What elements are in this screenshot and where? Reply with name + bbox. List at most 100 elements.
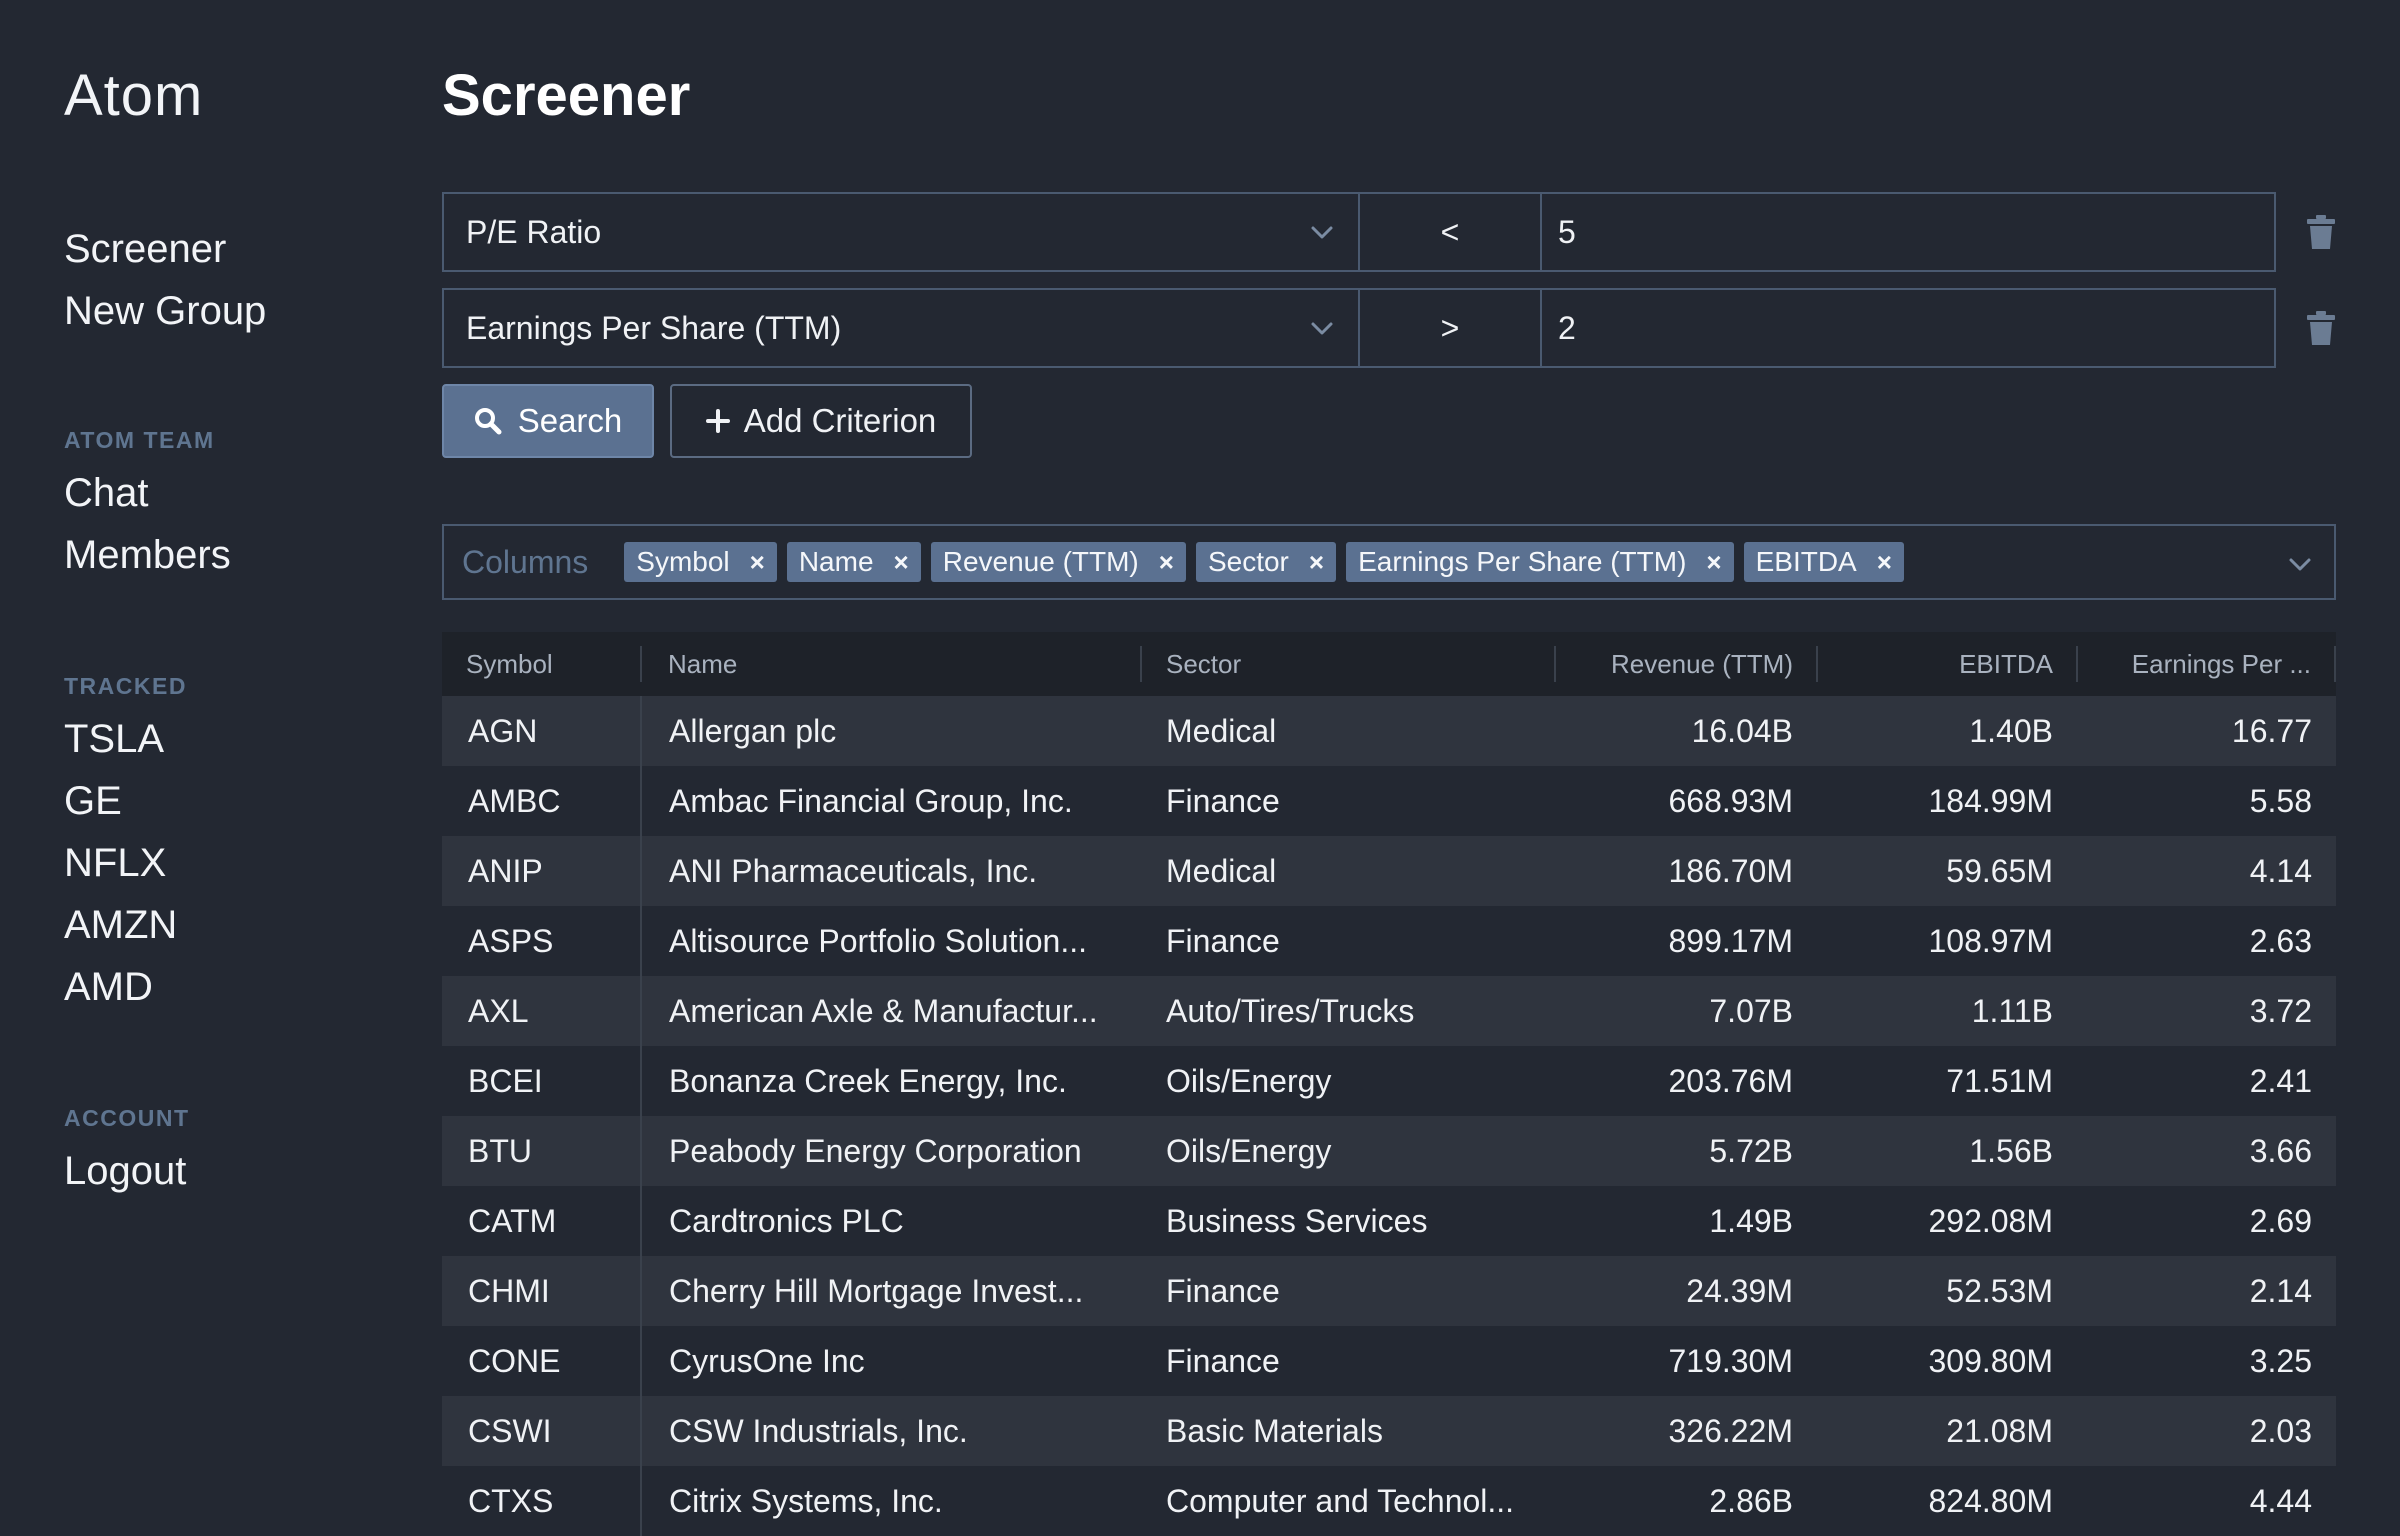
sidebar-item-tsla[interactable]: TSLA: [64, 708, 187, 770]
team-heading: ATOM TEAM: [64, 427, 215, 453]
remove-tag-icon[interactable]: ×: [894, 547, 909, 578]
app-logo[interactable]: Atom: [64, 62, 203, 129]
table-row[interactable]: AGN Allergan plc Medical 16.04B 1.40B 16.77: [442, 696, 2336, 766]
criterion-field-value: P/E Ratio: [466, 213, 602, 250]
remove-tag-icon[interactable]: ×: [1309, 547, 1324, 578]
column-header-sector[interactable]: Sector: [1142, 632, 1556, 696]
column-header-name[interactable]: Name: [642, 632, 1142, 696]
tracked-heading: TRACKED: [64, 673, 187, 699]
sidebar-item-ge[interactable]: GE: [64, 770, 187, 832]
search-button[interactable]: Search: [442, 384, 654, 458]
table-row[interactable]: CHMI Cherry Hill Mortgage Invest... Financ…: [442, 1256, 2336, 1326]
cell-revenue: 16.04B: [1691, 712, 1793, 749]
sidebar-item-screener[interactable]: Screener: [64, 218, 266, 280]
cell-name: CSW Industrials, Inc.: [669, 1412, 968, 1449]
criterion-value-input[interactable]: 2: [1540, 288, 2276, 368]
table-row[interactable]: CTXS Citrix Systems, Inc. Computer and Tec…: [442, 1466, 2336, 1536]
remove-tag-icon[interactable]: ×: [750, 547, 765, 578]
cell-ebitda: 1.56B: [1969, 1132, 2053, 1169]
chevron-down-icon: [1311, 322, 1333, 335]
cell-ebitda: 1.40B: [1969, 712, 2053, 749]
cell-name: Citrix Systems, Inc.: [669, 1482, 943, 1519]
cell-eps: 4.14: [2249, 852, 2312, 889]
table-row[interactable]: ASPS Altisource Portfolio Solution... Fina…: [442, 906, 2336, 976]
remove-tag-icon[interactable]: ×: [1159, 547, 1174, 578]
cell-name: Bonanza Creek Energy, Inc.: [669, 1062, 1067, 1099]
column-header-revenue[interactable]: Revenue (TTM): [1556, 632, 1818, 696]
cell-eps: 16.77: [2231, 712, 2312, 749]
column-tag-label: Symbol: [636, 546, 730, 577]
cell-ebitda: 1.11B: [1971, 992, 2053, 1029]
add-criterion-label: Add Criterion: [743, 402, 937, 439]
cell-symbol: ANIP: [442, 836, 642, 906]
cell-name: CyrusOne Inc: [669, 1342, 865, 1379]
chevron-down-icon[interactable]: [2286, 550, 2314, 578]
cell-sector: Business Services: [1166, 1202, 1428, 1239]
cell-ebitda: 21.08M: [1946, 1412, 2053, 1449]
column-tag-label: EBITDA: [1755, 546, 1857, 577]
column-header-ebitda[interactable]: EBITDA: [1818, 632, 2078, 696]
cell-symbol: CSWI: [442, 1396, 642, 1466]
sidebar-item-chat[interactable]: Chat: [64, 462, 231, 524]
remove-tag-icon[interactable]: ×: [1877, 547, 1892, 578]
table-row[interactable]: BTU Peabody Energy Corporation Oils/Energy…: [442, 1116, 2336, 1186]
cell-name: American Axle & Manufactur...: [669, 992, 1098, 1029]
columns-selector[interactable]: Columns Symbol × Name × Revenue (TTM) × Sec…: [442, 524, 2336, 600]
criterion-value-input[interactable]: 5: [1540, 192, 2276, 272]
cell-symbol: CONE: [442, 1326, 642, 1396]
cell-sector: Oils/Energy: [1166, 1132, 1332, 1169]
cell-eps: 5.58: [2249, 782, 2312, 819]
cell-eps: 2.63: [2249, 922, 2312, 959]
criterion-field-select[interactable]: Earnings Per Share (TTM): [442, 288, 1360, 368]
table-row[interactable]: AXL American Axle & Manufactur... Auto/Tir…: [442, 976, 2336, 1046]
cell-eps: 2.14: [2249, 1272, 2312, 1309]
sidebar-item-new-group[interactable]: New Group: [64, 280, 266, 342]
criterion-operator-select[interactable]: >: [1358, 288, 1542, 368]
column-header-eps[interactable]: Earnings Per ...: [2078, 632, 2336, 696]
cell-ebitda: 108.97M: [1928, 922, 2053, 959]
sidebar-item-members[interactable]: Members: [64, 524, 231, 586]
table-row[interactable]: AMBC Ambac Financial Group, Inc. Finance 66…: [442, 766, 2336, 836]
cell-ebitda: 824.80M: [1928, 1482, 2053, 1519]
column-tag-label: Revenue (TTM): [942, 546, 1139, 577]
column-header-symbol[interactable]: Symbol: [442, 632, 642, 696]
table-row[interactable]: CSWI CSW Industrials, Inc. Basic Materials…: [442, 1396, 2336, 1466]
results-table: Symbol Name Sector Revenue (TTM) EBITDA …: [442, 632, 2336, 1536]
cell-revenue: 1.49B: [1709, 1202, 1793, 1239]
sidebar-item-amzn[interactable]: AMZN: [64, 894, 187, 956]
criterion-field-value: Earnings Per Share (TTM): [466, 309, 842, 346]
table-row[interactable]: ANIP ANI Pharmaceuticals, Inc. Medical 186.…: [442, 836, 2336, 906]
table-row[interactable]: CONE CyrusOne Inc Finance 719.30M 309.80M 3.2…: [442, 1326, 2336, 1396]
sidebar-item-nflx[interactable]: NFLX: [64, 832, 187, 894]
column-tag-revenue: Revenue (TTM) ×: [930, 542, 1186, 582]
table-row[interactable]: BCEI Bonanza Creek Energy, Inc. Oils/Energ…: [442, 1046, 2336, 1116]
cell-eps: 3.72: [2249, 992, 2312, 1029]
cell-sector: Finance: [1166, 782, 1280, 819]
add-criterion-button[interactable]: Add Criterion: [670, 384, 972, 458]
remove-tag-icon[interactable]: ×: [1706, 547, 1721, 578]
trash-icon[interactable]: [2306, 310, 2336, 346]
cell-sector: Oils/Energy: [1166, 1062, 1332, 1099]
criterion-operator-select[interactable]: <: [1358, 192, 1542, 272]
cell-ebitda: 309.80M: [1928, 1342, 2053, 1379]
cell-symbol: BCEI: [442, 1046, 642, 1116]
account-heading: ACCOUNT: [64, 1105, 190, 1131]
cell-name: Cherry Hill Mortgage Invest...: [669, 1272, 1084, 1309]
table-row[interactable]: CATM Cardtronics PLC Business Services 1.49…: [442, 1186, 2336, 1256]
columns-label: Columns: [462, 543, 589, 580]
cell-revenue: 668.93M: [1668, 782, 1793, 819]
cell-name: Allergan plc: [669, 712, 837, 749]
criterion-row: Earnings Per Share (TTM) > 2: [442, 288, 2276, 368]
chevron-down-icon: [1311, 226, 1333, 239]
cell-sector: Basic Materials: [1166, 1412, 1383, 1449]
trash-icon[interactable]: [2306, 214, 2336, 250]
cell-revenue: 24.39M: [1686, 1272, 1793, 1309]
column-tag-name: Name ×: [786, 542, 921, 582]
cell-symbol: AGN: [442, 696, 642, 766]
column-tag-label: Name: [798, 546, 874, 577]
sidebar-item-amd[interactable]: AMD: [64, 956, 187, 1018]
criterion-field-select[interactable]: P/E Ratio: [442, 192, 1360, 272]
cell-revenue: 2.86B: [1709, 1482, 1793, 1519]
column-tag-sector: Sector ×: [1195, 542, 1337, 582]
sidebar-item-logout[interactable]: Logout: [64, 1140, 190, 1202]
